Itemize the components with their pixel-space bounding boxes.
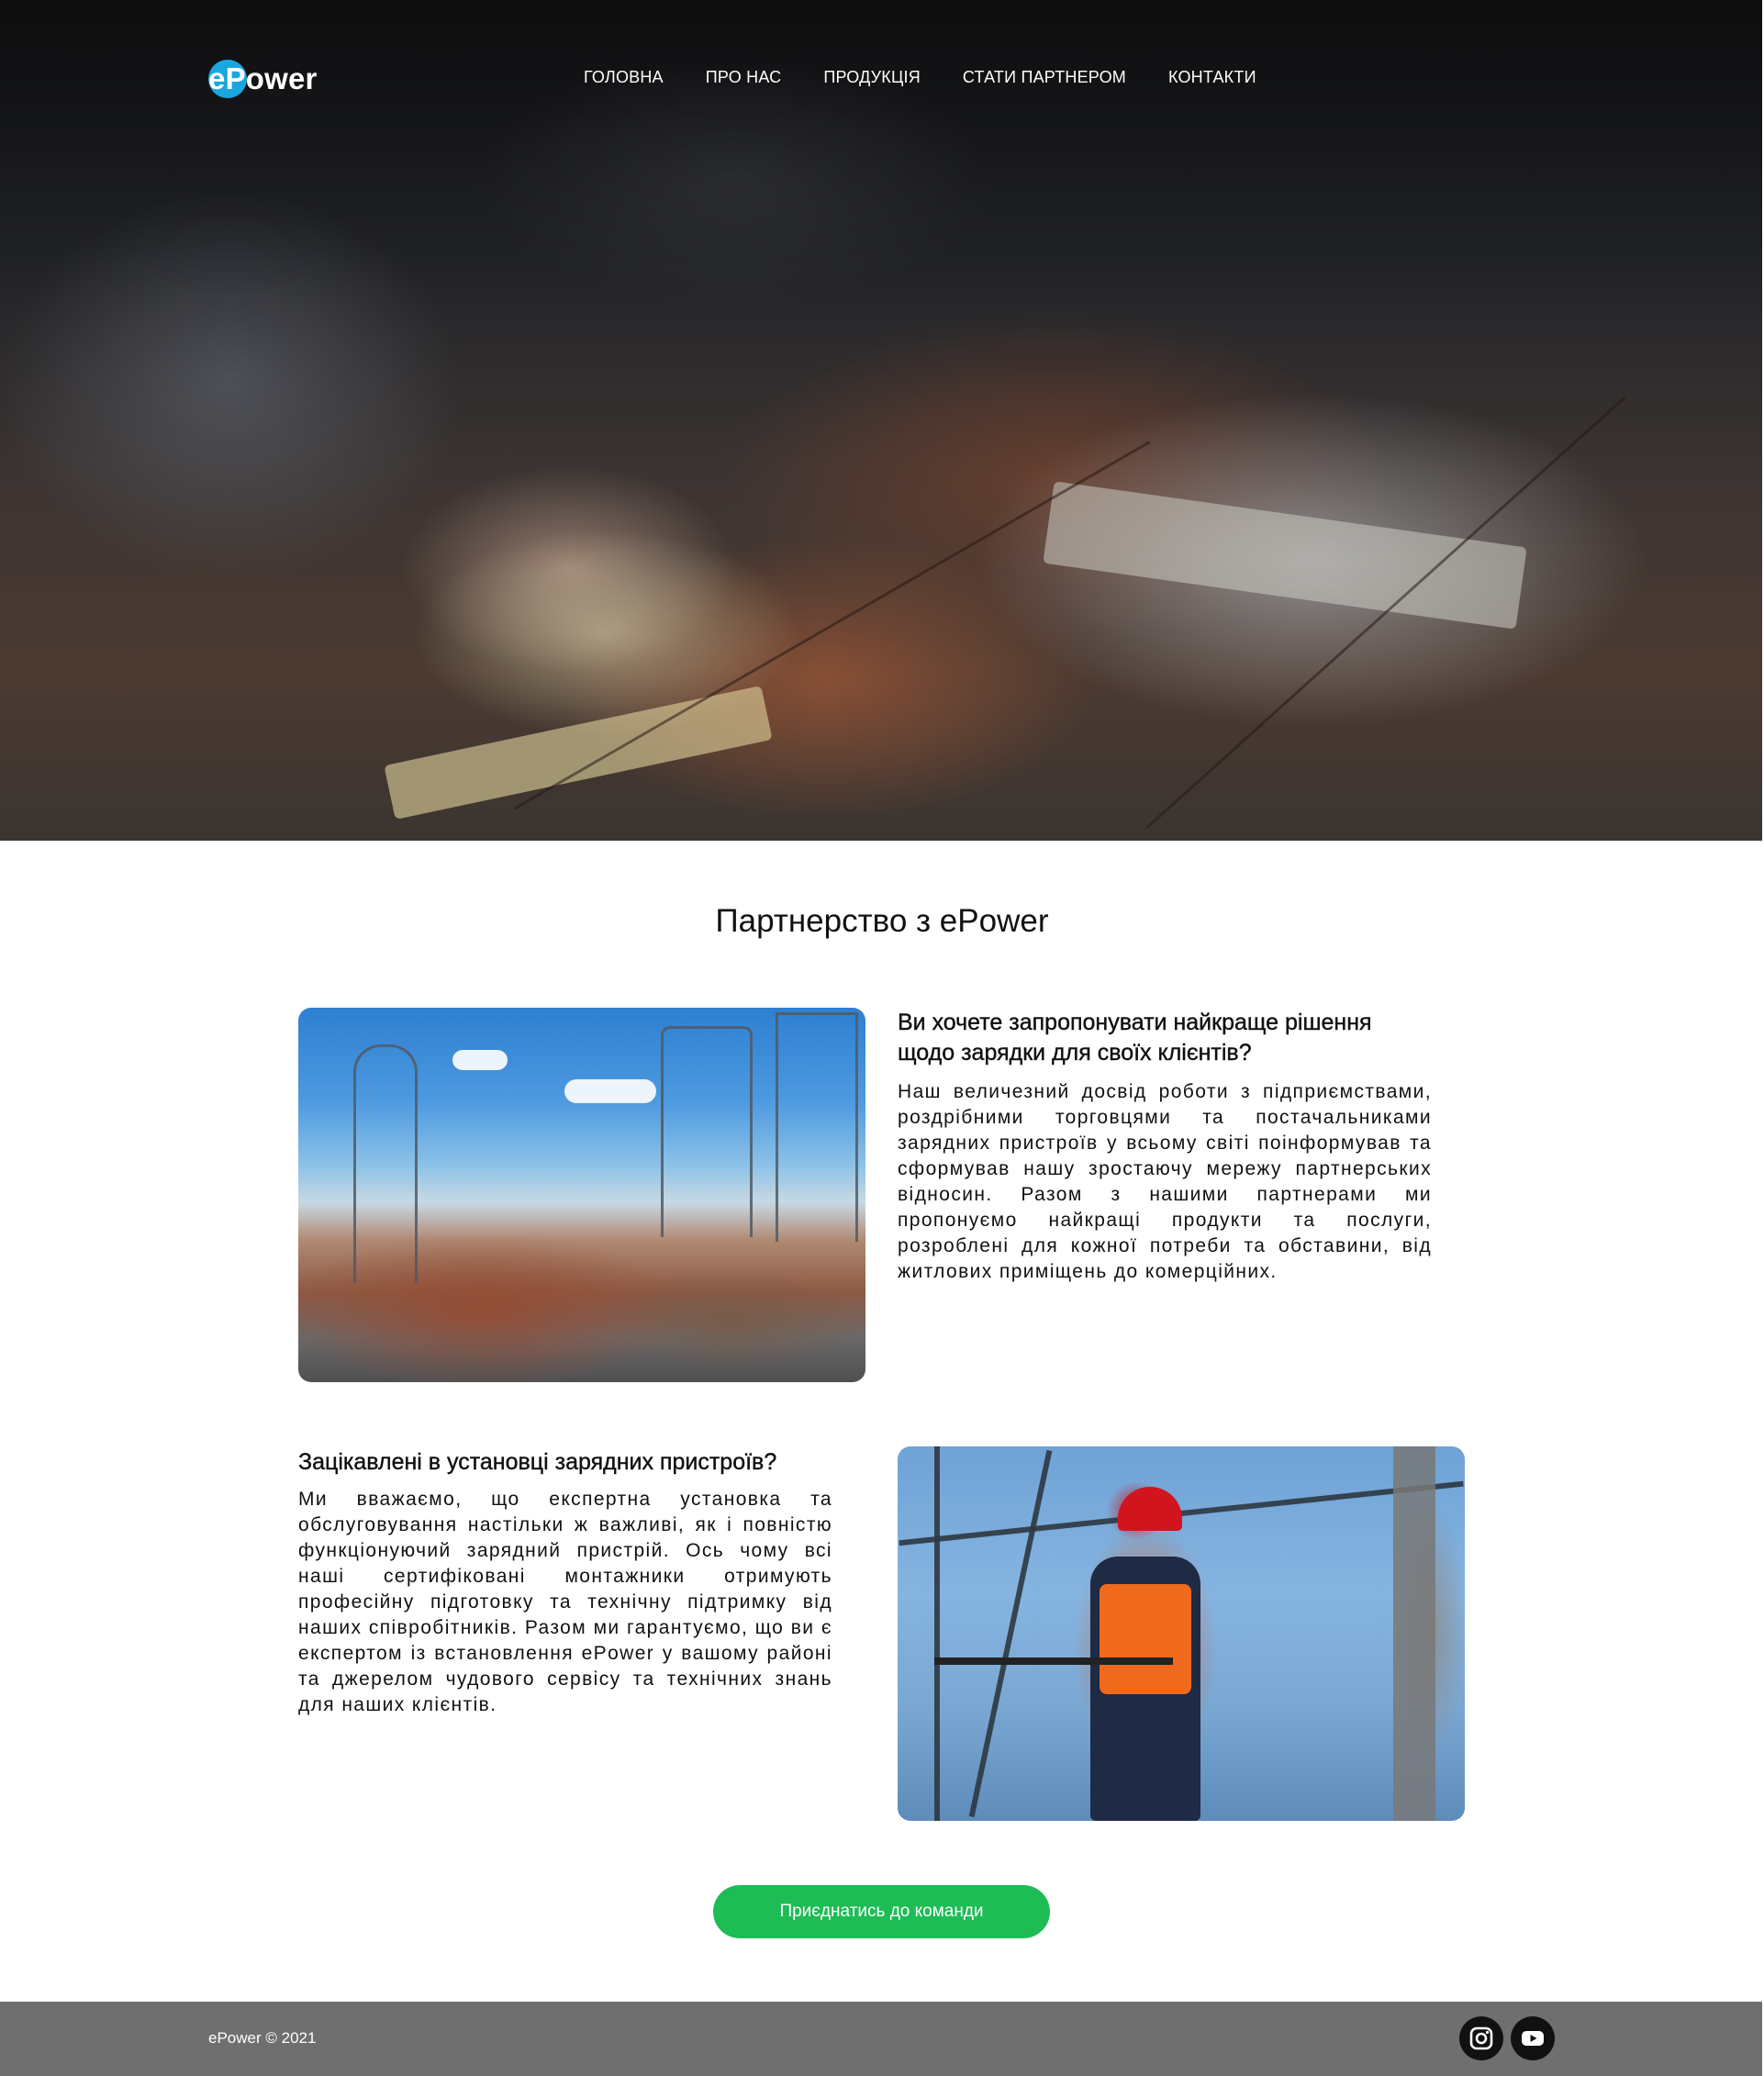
photo-rail <box>934 1657 1173 1665</box>
photo-helmet <box>1118 1487 1182 1531</box>
copyright-text: ePower © 2021 <box>208 2029 317 2047</box>
nav-item-home[interactable]: ГОЛОВНА <box>584 68 664 87</box>
top-navigation: e Power ГОЛОВНА ПРО НАС ПРОДУКЦІЯ СТАТИ П… <box>0 0 1762 156</box>
block-heading-offer: Ви хочете запропонувати найкраще рішення… <box>898 1010 1372 1066</box>
block-text-install: Ми вважаємо, що експертна установка та о… <box>298 1489 832 1715</box>
logo-text: Power <box>225 61 318 95</box>
photo-beam <box>934 1446 940 1821</box>
youtube-link[interactable] <box>1511 2016 1555 2060</box>
nav-item-contacts[interactable]: КОНТАКТИ <box>1168 68 1256 87</box>
hero-notebook <box>1043 481 1527 630</box>
pylon-shape <box>776 1012 858 1242</box>
photo-cloud <box>564 1079 656 1103</box>
photo-pole <box>1393 1446 1435 1821</box>
pylon-shape <box>353 1044 418 1283</box>
hero-notepad <box>384 685 773 820</box>
hero-table-plank <box>1145 396 1626 829</box>
photo-cloud <box>452 1050 508 1070</box>
instagram-icon <box>1469 2026 1493 2050</box>
nav-item-about[interactable]: ПРО НАС <box>706 68 782 87</box>
pylon-shape <box>661 1026 753 1237</box>
block-heading-install: Зацікавлені в установці зарядних пристро… <box>298 1449 777 1475</box>
logo[interactable]: e Power <box>208 60 318 98</box>
nav-item-products[interactable]: ПРОДУКЦІЯ <box>823 68 921 87</box>
logo-prefix: e <box>208 61 226 95</box>
nav-item-partner[interactable]: СТАТИ ПАРТНЕРОМ <box>963 68 1126 87</box>
youtube-icon <box>1522 2031 1544 2046</box>
power-lines-photo <box>298 1008 865 1382</box>
hero-table-plank <box>513 441 1151 810</box>
block-text-offer: Наш величезний досвід роботи з підприємс… <box>898 1081 1432 1282</box>
electrician-photo <box>898 1446 1465 1821</box>
photo-beam <box>968 1449 1053 1818</box>
join-team-button[interactable]: Приєднатись до команди <box>713 1885 1050 1938</box>
main-nav: ГОЛОВНА ПРО НАС ПРОДУКЦІЯ СТАТИ ПАРТНЕРО… <box>584 68 1299 87</box>
page-title: Партнерство з ePower <box>715 903 1049 939</box>
instagram-link[interactable] <box>1459 2016 1503 2060</box>
footer: ePower © 2021 <box>0 2002 1762 2076</box>
photo-vest <box>1100 1584 1191 1694</box>
